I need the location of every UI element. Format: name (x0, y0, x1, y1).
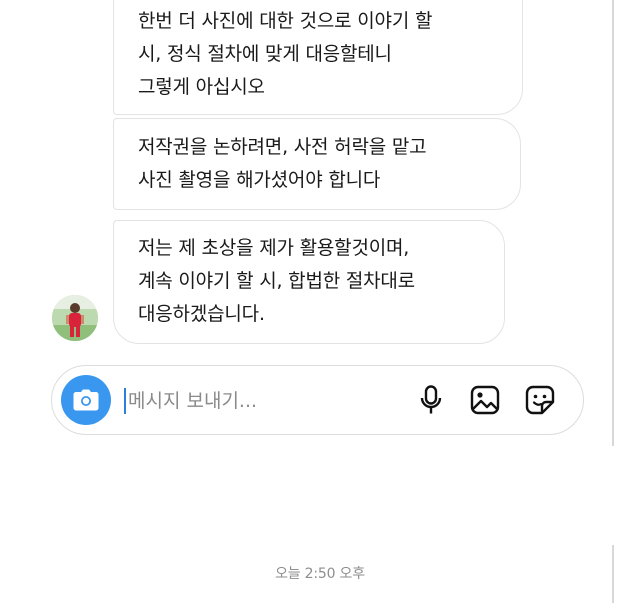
message-line: 그렇게 아십시오 (138, 76, 265, 98)
camera-icon (73, 389, 99, 411)
sticker-button[interactable] (523, 383, 557, 417)
message-line: 한번 더 사진에 대한 것으로 이야기 할 (138, 10, 433, 32)
microphone-icon (420, 385, 442, 414)
message-line: 대응하겠습니다. (138, 303, 265, 325)
message-bubble[interactable]: 저작권을 논하려면, 사전 허락을 맡고 사진 촬영을 해가셨어야 합니다 (113, 118, 521, 210)
camera-button[interactable] (61, 375, 111, 425)
timestamp: 오늘 2:50 오후 (275, 566, 365, 582)
message-bubble[interactable]: 저는 제 초상을 제가 활용할것이며, 계속 이야기 할 시, 합법한 절차대로… (113, 220, 505, 344)
sender-avatar[interactable] (52, 295, 98, 341)
text-caret (124, 388, 126, 414)
message-line: 사진 촬영을 해가셨어야 합니다 (138, 169, 381, 191)
voice-message-button[interactable] (414, 383, 448, 417)
message-composer (51, 365, 584, 435)
message-line: 시, 정식 절차에 맞게 대응할테니 (138, 43, 392, 65)
message-line: 저는 제 초상을 제가 활용할것이며, (138, 237, 410, 259)
message-line: 계속 이야기 할 시, 합법한 절차대로 (138, 270, 415, 292)
message-input[interactable] (128, 386, 398, 416)
message-bubble[interactable]: 한번 더 사진에 대한 것으로 이야기 할 시, 정식 절차에 맞게 대응할테니… (113, 0, 523, 115)
gallery-button[interactable] (468, 383, 502, 417)
scrollbar-track[interactable] (612, 0, 614, 446)
sticker-icon (525, 385, 555, 415)
message-line: 저작권을 논하려면, 사전 허락을 맡고 (138, 136, 427, 158)
gallery-icon (470, 385, 500, 415)
